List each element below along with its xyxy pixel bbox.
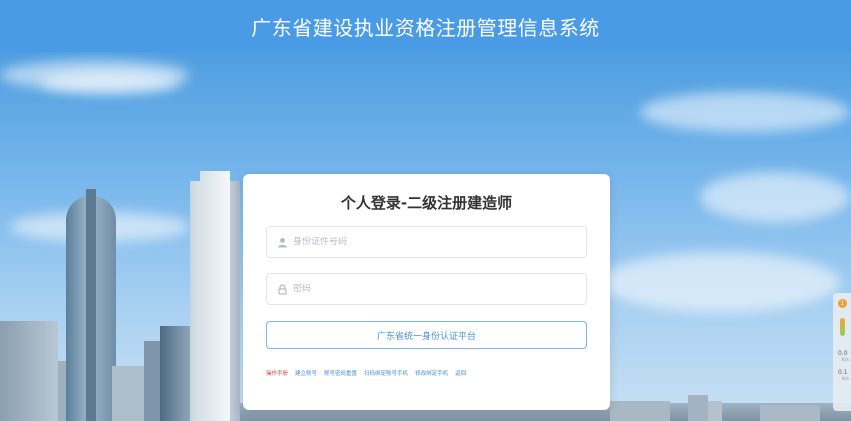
- change-phone-link[interactable]: 修改绑定手机: [415, 369, 448, 377]
- reset-password-link[interactable]: 账号密码重置: [324, 369, 357, 377]
- header-bar: 广东省建设执业资格注册管理信息系统: [0, 0, 851, 52]
- back-link[interactable]: 返回: [455, 369, 466, 377]
- password-field[interactable]: [266, 273, 587, 305]
- page-title: 广东省建设执业资格注册管理信息系统: [251, 15, 600, 40]
- login-card: 个人登录-二级注册建造师 广东省统一身份认证平台 操作手册 建立账号 账号密码重…: [243, 174, 610, 410]
- speed-value: 0.1: [838, 369, 848, 376]
- login-title: 个人登录-二级注册建造师: [340, 194, 513, 212]
- unified-auth-button[interactable]: 广东省统一身份认证平台: [266, 321, 587, 349]
- register-link[interactable]: 建立账号: [295, 369, 317, 377]
- speed-indicator-icon: [840, 318, 845, 336]
- bind-phone-link[interactable]: 扫码绑定账号手机: [364, 369, 408, 377]
- lock-icon: [271, 283, 293, 295]
- login-links: 操作手册 建立账号 账号密码重置 扫码绑定账号手机 修改绑定手机 返回: [266, 369, 596, 377]
- speed-unit: K/s: [842, 358, 849, 363]
- manual-link[interactable]: 操作手册: [266, 369, 288, 377]
- notification-badge: 1: [838, 299, 847, 308]
- id-number-field[interactable]: [266, 226, 587, 258]
- id-number-input[interactable]: [293, 237, 573, 247]
- speed-unit: K/s: [842, 377, 849, 382]
- speed-value: 0.0: [838, 350, 848, 357]
- user-icon: [271, 237, 293, 248]
- password-input[interactable]: [293, 284, 573, 294]
- network-speed-widget[interactable]: 1 0.0 K/s 0.1 K/s: [833, 293, 851, 411]
